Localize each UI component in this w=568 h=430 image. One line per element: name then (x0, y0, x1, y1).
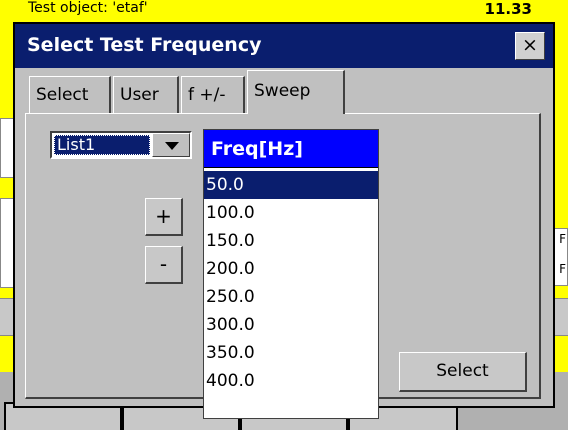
list-selector-value: List1 (54, 135, 150, 155)
tab-user[interactable]: User (113, 76, 179, 114)
list-item[interactable]: 50.0 (204, 171, 378, 199)
chevron-down-icon (165, 142, 179, 150)
add-frequency-button[interactable]: + (145, 198, 183, 236)
remove-frequency-button[interactable]: - (145, 246, 183, 284)
tab-sweep[interactable]: Sweep (247, 70, 345, 114)
select-button[interactable]: Select (399, 352, 527, 392)
frequency-list-header[interactable]: Freq[Hz] (204, 130, 378, 168)
dropdown-button[interactable] (152, 133, 190, 157)
dialog-title: Select Test Frequency (27, 34, 262, 56)
frequency-list[interactable]: Freq[Hz] 50.0 100.0 150.0 200.0 250.0 30… (203, 129, 379, 419)
background-title: Test object: 'etaf' (28, 0, 148, 16)
dialog-title-bar[interactable]: Select Test Frequency × (15, 24, 553, 68)
select-test-frequency-dialog: Select Test Frequency × Select User f +/… (13, 22, 555, 419)
background-letter: F (559, 232, 566, 246)
list-item[interactable]: 400.0 (204, 367, 378, 395)
list-item[interactable]: 150.0 (204, 227, 378, 255)
list-selector-dropdown[interactable]: List1 (50, 131, 192, 159)
list-item[interactable]: 250.0 (204, 283, 378, 311)
background-letter: F (559, 262, 566, 276)
list-item[interactable]: 200.0 (204, 255, 378, 283)
tab-f-plus-minus[interactable]: f +/- (181, 76, 245, 114)
close-icon: × (522, 34, 538, 56)
background-clock: 11.33 (484, 0, 532, 18)
close-button[interactable]: × (515, 32, 545, 60)
list-item[interactable]: 100.0 (204, 199, 378, 227)
list-item[interactable]: 300.0 (204, 311, 378, 339)
list-item[interactable]: 350.0 (204, 339, 378, 367)
tab-select[interactable]: Select (29, 76, 111, 114)
